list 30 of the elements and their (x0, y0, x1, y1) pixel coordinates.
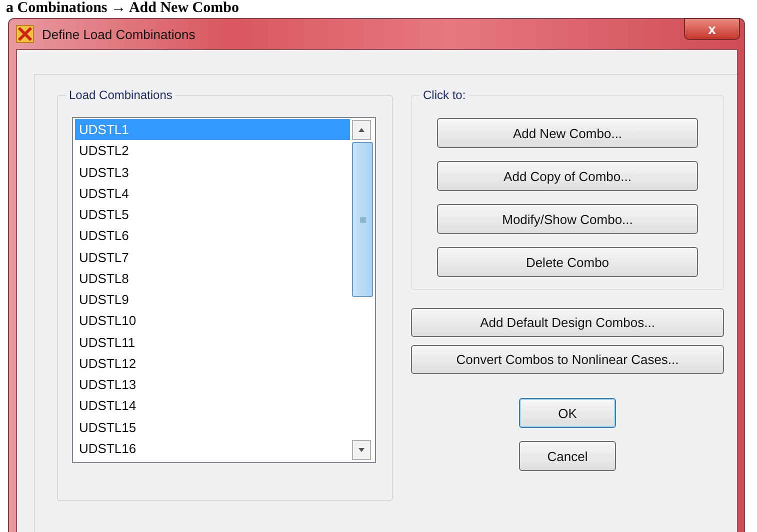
list-item[interactable]: UDSTL2 (75, 140, 350, 162)
list-item[interactable]: UDSTL13 (75, 374, 350, 396)
list-item[interactable]: UDSTL12 (75, 352, 350, 374)
list-item[interactable]: UDSTL6 (75, 225, 350, 246)
scroll-up-icon[interactable] (352, 120, 371, 140)
list-item[interactable]: UDSTL15 (75, 416, 350, 438)
document-heading: a Combinations → Add New Combo (5, 0, 239, 17)
action-button[interactable]: Delete Combo (437, 247, 698, 277)
ok-button[interactable]: OK (519, 398, 616, 428)
cancel-button[interactable]: Cancel (519, 441, 616, 471)
list-item[interactable]: UDSTL16 (75, 438, 350, 459)
app-icon (16, 25, 34, 43)
window-title: Define Load Combinations (42, 26, 196, 42)
close-button[interactable]: x (684, 18, 740, 40)
list-item[interactable]: UDSTL10 (75, 310, 350, 332)
action-button[interactable]: Add Default Design Combos... (411, 308, 724, 337)
list-item[interactable]: UDSTL8 (75, 268, 350, 289)
action-button[interactable]: Modify/Show Combo... (437, 204, 698, 234)
scroll-thumb[interactable] (352, 142, 373, 297)
list-item[interactable]: UDSTL5 (75, 204, 350, 226)
list-item[interactable]: UDSTL4 (75, 182, 350, 204)
list-item[interactable]: UDSTL14 (75, 395, 350, 416)
action-button[interactable]: Add Copy of Combo... (437, 161, 698, 191)
scroll-down-icon[interactable] (352, 440, 371, 460)
action-button[interactable]: Convert Combos to Nonlinear Cases... (411, 345, 724, 374)
list-item[interactable]: UDSTL7 (75, 246, 350, 268)
action-button[interactable]: Add New Combo... (437, 118, 698, 148)
list-item[interactable]: UDSTL11 (75, 332, 350, 353)
list-item[interactable]: UDSTL3 (75, 162, 350, 183)
list-item[interactable]: UDSTL9 (75, 289, 350, 310)
